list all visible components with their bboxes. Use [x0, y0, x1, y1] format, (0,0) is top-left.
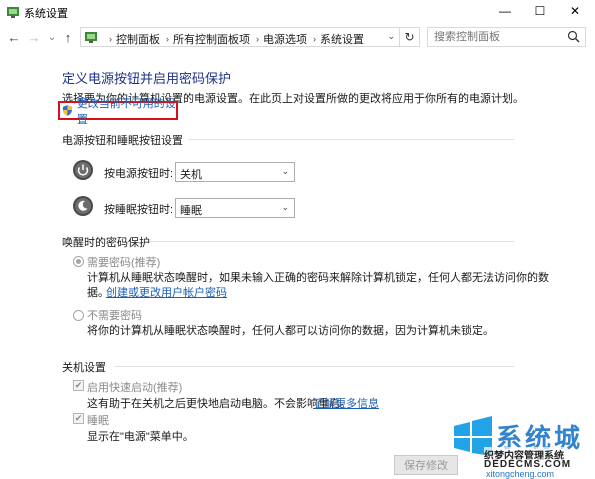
- up-button[interactable]: ↑: [60, 29, 76, 45]
- breadcrumb-item[interactable]: 系统设置: [320, 31, 364, 47]
- address-bar[interactable]: › 控制面板 › 所有控制面板项 › 电源选项 › 系统设置 ⌄ ↻: [80, 27, 420, 47]
- refresh-button[interactable]: ↻: [399, 28, 419, 46]
- power-button-action-select[interactable]: 关机 ⌄: [175, 162, 295, 182]
- breadcrumb-separator[interactable]: ›: [256, 34, 259, 44]
- close-button[interactable]: ✕: [558, 0, 592, 22]
- section-title-password: 唤醒时的密码保护: [62, 237, 150, 249]
- power-button-action-value: 关机: [180, 169, 202, 181]
- minimize-button[interactable]: —: [488, 0, 522, 22]
- breadcrumb-item[interactable]: 控制面板: [116, 31, 160, 47]
- recent-locations-button[interactable]: ⌄: [44, 29, 60, 45]
- breadcrumb: › 控制面板 › 所有控制面板项 › 电源选项 › 系统设置: [103, 31, 364, 47]
- sleep-menu-label: 睡眠: [87, 415, 109, 427]
- section-divider: [188, 139, 514, 140]
- chevron-down-icon: ⌄: [281, 202, 289, 212]
- fast-startup-checkbox[interactable]: ✔: [73, 380, 84, 391]
- control-panel-icon: [7, 7, 19, 18]
- no-password-radio[interactable]: [73, 310, 84, 321]
- fast-startup-label: 启用快速启动(推荐): [87, 382, 183, 394]
- chevron-down-icon[interactable]: ⌄: [387, 31, 395, 42]
- search-box[interactable]: [427, 27, 586, 47]
- create-password-link[interactable]: 创建或更改用户帐户密码: [106, 284, 227, 300]
- search-icon[interactable]: [567, 30, 580, 43]
- sleep-button-action-select[interactable]: 睡眠 ⌄: [175, 198, 295, 218]
- power-button-icon: [73, 160, 93, 180]
- breadcrumb-separator[interactable]: ›: [166, 34, 169, 44]
- no-password-description: 将你的计算机从睡眠状态唤醒时，任何人都可以访问你的数据，因为计算机未锁定。: [87, 325, 494, 337]
- section-divider: [114, 366, 514, 367]
- section-title-power-buttons: 电源按钮和睡眠按钮设置: [62, 135, 183, 147]
- navigation-bar: ← → ⌄ ↑ › 控制面板 › 所有控制面板项 › 电源选项 › 系统设置 ⌄…: [0, 24, 595, 50]
- require-password-label: 需要密码(推荐): [87, 257, 161, 269]
- change-unavailable-settings-link[interactable]: 更改当前不可用的设置: [58, 98, 178, 126]
- sleep-menu-checkbox[interactable]: ✔: [73, 413, 84, 424]
- change-link-label[interactable]: 更改当前不可用的设置: [77, 95, 176, 127]
- forward-button[interactable]: →: [26, 29, 42, 45]
- fast-startup-description: 这有助于在关机之后更快地启动电脑。不会影响重启。: [87, 398, 351, 410]
- control-panel-icon: [85, 32, 97, 43]
- title-bar: 系统设置 — ☐ ✕: [0, 0, 595, 24]
- save-changes-button[interactable]: 保存修改: [394, 455, 458, 475]
- breadcrumb-separator[interactable]: ›: [313, 34, 316, 44]
- breadcrumb-item[interactable]: 电源选项: [263, 31, 307, 47]
- sleep-button-icon: [73, 196, 93, 216]
- require-password-description: 计算机从睡眠状态唤醒时，如果未输入正确的密码来解除计算机锁定，任何人都无法访问你…: [87, 272, 549, 284]
- window-title: 系统设置: [24, 8, 68, 20]
- sleep-button-action-value: 睡眠: [180, 205, 202, 217]
- search-input[interactable]: [434, 31, 554, 43]
- breadcrumb-separator: ›: [109, 34, 112, 44]
- power-button-label: 按电源按钮时:: [104, 168, 174, 180]
- section-title-shutdown: 关机设置: [62, 362, 106, 374]
- require-password-radio[interactable]: [73, 256, 84, 267]
- sleep-menu-description: 显示在"电源"菜单中。: [87, 431, 194, 443]
- maximize-button[interactable]: ☐: [523, 0, 557, 22]
- section-divider: [150, 241, 514, 242]
- back-button[interactable]: ←: [6, 29, 22, 45]
- watermark: 系统城 织梦内容管理系统 DEDECMS.COM xitongcheng.com: [450, 408, 595, 479]
- no-password-label: 不需要密码: [87, 310, 142, 322]
- page-title: 定义电源按钮并启用密码保护: [62, 71, 232, 86]
- breadcrumb-item[interactable]: 所有控制面板项: [173, 31, 250, 47]
- shield-icon: [62, 105, 72, 116]
- chevron-down-icon: ⌄: [281, 166, 289, 176]
- watermark-line-3: xitongcheng.com: [486, 469, 555, 479]
- sleep-button-label: 按睡眠按钮时:: [104, 204, 174, 216]
- learn-more-link[interactable]: 了解更多信息: [313, 395, 379, 411]
